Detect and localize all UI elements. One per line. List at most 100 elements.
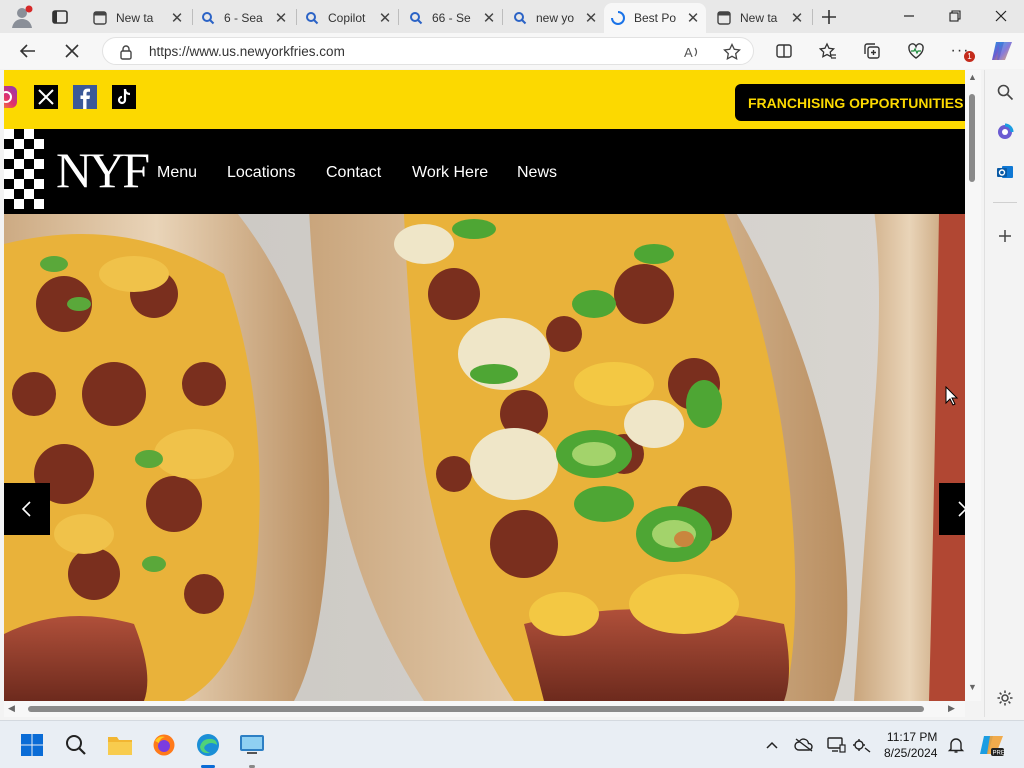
- site-nav-bar: NYF Menu Locations Contact Work Here New…: [4, 129, 965, 214]
- minimize-icon: [904, 15, 914, 17]
- mouse-cursor-icon: [945, 386, 959, 406]
- close-icon: [65, 44, 79, 58]
- scroll-right-icon[interactable]: ▶: [948, 703, 955, 714]
- favorites-button[interactable]: [814, 37, 842, 65]
- back-arrow-icon: [19, 44, 35, 58]
- search-icon: [512, 10, 528, 26]
- sidebar-add-button[interactable]: [991, 222, 1019, 250]
- close-icon[interactable]: ✕: [790, 9, 804, 27]
- tab-separator: [192, 9, 193, 25]
- network-button[interactable]: [846, 729, 878, 761]
- copilot-button[interactable]: [988, 37, 1016, 65]
- close-window-button[interactable]: [978, 0, 1024, 32]
- close-icon: [995, 10, 1007, 22]
- tab-2[interactable]: Copilot ✕: [298, 3, 398, 33]
- scroll-up-icon[interactable]: ▲: [968, 72, 977, 82]
- show-hidden-icons-button[interactable]: [756, 729, 788, 761]
- close-icon[interactable]: ✕: [482, 9, 496, 27]
- search-icon: [200, 10, 216, 26]
- taskbar-search-button[interactable]: [60, 729, 92, 761]
- tab-title: Copilot: [328, 11, 366, 25]
- new-tab-icon: [716, 10, 732, 26]
- scroll-left-icon[interactable]: ◀: [8, 703, 15, 714]
- stop-loading-button[interactable]: [58, 37, 86, 65]
- restore-button[interactable]: [932, 0, 978, 32]
- nav-menu[interactable]: Menu: [157, 164, 197, 182]
- close-icon[interactable]: ✕: [378, 9, 392, 27]
- tab-0[interactable]: New ta ✕: [86, 3, 190, 33]
- firefox-icon: [153, 734, 175, 756]
- system-clock[interactable]: 11:17 PM 8/25/2024: [884, 729, 937, 761]
- close-icon[interactable]: ✕: [584, 9, 598, 27]
- nyf-logo[interactable]: NYF: [56, 141, 150, 199]
- browser-essentials-button[interactable]: [902, 37, 930, 65]
- x-twitter-icon[interactable]: [34, 85, 58, 109]
- vertical-scroll-thumb[interactable]: [969, 94, 975, 182]
- windows-logo-icon: [21, 734, 43, 756]
- sidebar-settings-button[interactable]: [991, 684, 1019, 712]
- minimize-button[interactable]: [886, 0, 932, 32]
- tab-separator: [502, 9, 503, 25]
- lock-icon[interactable]: [119, 44, 133, 65]
- read-aloud-icon[interactable]: A: [683, 43, 701, 66]
- franchising-opportunities-button[interactable]: FRANCHISING OPPORTUNITIES: [735, 84, 965, 121]
- checkered-flag-pattern: [4, 129, 46, 214]
- back-button[interactable]: [14, 37, 42, 65]
- nav-contact[interactable]: Contact: [326, 164, 381, 182]
- facebook-icon[interactable]: [73, 85, 97, 109]
- nav-work-here[interactable]: Work Here: [412, 164, 488, 182]
- notifications-button[interactable]: [940, 729, 972, 761]
- close-icon[interactable]: ✕: [274, 9, 288, 27]
- close-icon[interactable]: ✕: [686, 9, 700, 27]
- nav-news[interactable]: News: [517, 164, 557, 182]
- new-tab-icon: [92, 10, 108, 26]
- instagram-icon[interactable]: [4, 85, 18, 109]
- collections-button[interactable]: [858, 37, 886, 65]
- settings-and-more-button[interactable]: ··· 1: [946, 37, 975, 65]
- carousel-prev-button[interactable]: [4, 483, 50, 535]
- scroll-down-icon[interactable]: ▼: [968, 682, 977, 692]
- search-icon: [408, 10, 424, 26]
- search-icon: [997, 84, 1014, 101]
- nav-locations[interactable]: Locations: [227, 164, 296, 182]
- carousel-next-button[interactable]: [939, 483, 965, 535]
- favorite-star-icon[interactable]: [723, 42, 741, 66]
- close-icon[interactable]: ✕: [170, 9, 184, 27]
- sidebar-search-button[interactable]: [991, 78, 1019, 106]
- chevron-right-icon: [958, 501, 965, 517]
- edge-sidebar: [984, 70, 1024, 717]
- new-tab-button[interactable]: [818, 6, 840, 28]
- site-top-bar: FRANCHISING OPPORTUNITIES: [4, 70, 965, 129]
- collections-icon: [864, 43, 880, 59]
- tab-4[interactable]: new yo ✕: [506, 3, 604, 33]
- profile-avatar[interactable]: [10, 5, 34, 29]
- tab-actions-icon[interactable]: [50, 7, 70, 27]
- tab-6[interactable]: New ta ✕: [710, 3, 810, 33]
- m365-icon: [998, 123, 1014, 139]
- tiktok-icon[interactable]: [112, 85, 136, 109]
- sidebar-outlook-button[interactable]: [991, 158, 1019, 186]
- horizontal-scrollbar[interactable]: ◀ ▶: [4, 701, 965, 717]
- clock-date: 8/25/2024: [884, 746, 938, 760]
- start-button[interactable]: [16, 729, 48, 761]
- tab-5-active[interactable]: Best Po ✕: [604, 3, 706, 33]
- edge-taskbar-button[interactable]: [192, 729, 224, 768]
- split-screen-button[interactable]: [770, 37, 798, 65]
- tab-3[interactable]: 66 - Se ✕: [402, 3, 502, 33]
- tab-title: Best Po: [634, 11, 677, 25]
- terminal-app-button[interactable]: [236, 729, 268, 768]
- copilot-preview-button[interactable]: PRE: [976, 729, 1008, 761]
- onedrive-button[interactable]: [788, 729, 820, 761]
- tab-strip: New ta ✕ 6 - Sea ✕ Copilot ✕ 66 - Se ✕ n…: [0, 0, 1024, 33]
- vertical-scrollbar[interactable]: ▲ ▼: [965, 70, 981, 701]
- file-explorer-button[interactable]: [104, 729, 136, 761]
- tab-title: New ta: [740, 11, 778, 25]
- horizontal-scroll-thumb[interactable]: [28, 706, 924, 712]
- svg-text:A: A: [684, 45, 693, 60]
- clock-time: 11:17 PM: [886, 730, 938, 744]
- copilot-icon: PRE: [980, 736, 1005, 757]
- sidebar-copilot-app-button[interactable]: [991, 118, 1019, 146]
- firefox-button[interactable]: [148, 729, 180, 761]
- tab-1[interactable]: 6 - Sea ✕: [194, 3, 294, 33]
- address-bar[interactable]: https://www.us.newyorkfries.com A: [102, 37, 754, 65]
